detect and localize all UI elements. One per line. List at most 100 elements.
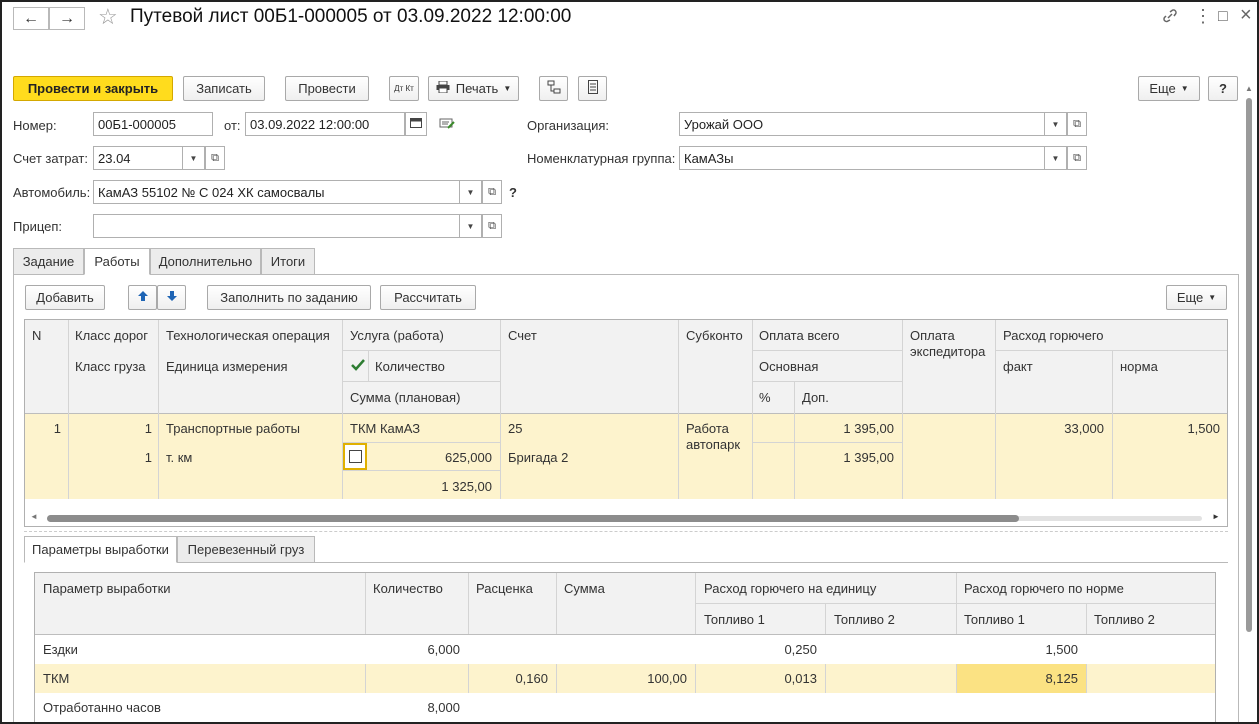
scroll-thumb[interactable] xyxy=(47,515,1019,522)
link-icon[interactable] xyxy=(1162,8,1178,29)
row-sum-plan: 1 325,00 xyxy=(441,479,492,494)
horizontal-scrollbar[interactable]: ◄ ► xyxy=(25,510,1227,526)
help-button[interactable]: ? xyxy=(1208,76,1238,101)
forward-button[interactable]: → xyxy=(49,7,85,30)
print-label: Печать xyxy=(455,81,499,96)
move-down-button[interactable] xyxy=(157,285,186,310)
vertical-scrollbar[interactable]: ▲ xyxy=(1243,84,1255,720)
col-pay-main: Основная xyxy=(759,359,819,374)
tab-additional[interactable]: Дополнительно xyxy=(150,248,261,275)
move-up-button[interactable] xyxy=(128,285,157,310)
open-icon: ⧉ xyxy=(211,151,219,164)
col-pay-pct: % xyxy=(759,390,771,405)
trailer-open-button[interactable]: ⧉ xyxy=(482,214,502,238)
splitter[interactable] xyxy=(24,531,1228,532)
table-row[interactable]: ТКМ 0,160 100,00 0,013 8,125 xyxy=(35,664,1215,693)
row-fuel-norm: 1,500 xyxy=(1187,421,1220,436)
nom-group-open-button[interactable]: ⧉ xyxy=(1067,146,1087,170)
works-more-button[interactable]: Еще ▼ xyxy=(1166,285,1227,310)
calendar-icon xyxy=(410,117,422,131)
param-name: Ездки xyxy=(43,642,78,657)
calculate-button[interactable]: Рассчитать xyxy=(380,285,476,310)
trailer-dropdown[interactable]: ▼ xyxy=(460,214,482,238)
scroll-up-icon[interactable]: ▲ xyxy=(1245,84,1253,93)
post-button[interactable]: Провести xyxy=(285,76,369,101)
dropdown-arrow-icon: ▼ xyxy=(1180,84,1189,93)
nom-group-field[interactable]: КамАЗы xyxy=(679,146,1045,170)
print-button[interactable]: Печать ▼ xyxy=(428,76,519,101)
param-name: Отработанно часов xyxy=(43,700,161,715)
cost-account-dropdown[interactable]: ▼ xyxy=(183,146,205,170)
arrow-down-icon xyxy=(166,290,178,305)
maximize-icon[interactable]: □ xyxy=(1218,8,1228,26)
nom-group-dropdown[interactable]: ▼ xyxy=(1045,146,1067,170)
param-rate: 0,160 xyxy=(515,671,548,686)
row-checkbox[interactable] xyxy=(343,443,367,470)
cost-account-field[interactable]: 23.04 xyxy=(93,146,183,170)
dt-kt-button[interactable]: Дт Кт xyxy=(389,76,419,101)
row-cargo-class: 1 xyxy=(144,450,152,465)
col-account: Счет xyxy=(508,328,537,343)
favorite-star-icon[interactable]: ☆ xyxy=(98,4,118,30)
scroll-thumb[interactable] xyxy=(1246,98,1252,632)
table-row[interactable]: Отработанно часов 8,000 xyxy=(35,693,1215,722)
col-fuel-norm: норма xyxy=(1120,359,1158,374)
tab-totals[interactable]: Итоги xyxy=(261,248,315,275)
organization-field[interactable]: Урожай ООО xyxy=(679,112,1045,136)
add-button[interactable]: Добавить xyxy=(25,285,105,310)
row-fuel-fact: 33,000 xyxy=(1064,421,1104,436)
comment-icon[interactable] xyxy=(439,118,455,134)
more-menu-icon[interactable]: ⋮ xyxy=(1194,6,1212,27)
param-fuel-unit-1: 0,250 xyxy=(784,642,817,657)
col-fuel: Расход горючего xyxy=(1003,328,1104,343)
back-button[interactable]: ← xyxy=(13,7,49,30)
param-qty: 6,000 xyxy=(427,642,460,657)
close-icon[interactable]: × xyxy=(1240,4,1252,27)
chevron-down-icon: ▼ xyxy=(466,187,475,197)
date-from-label: от: xyxy=(224,118,241,133)
open-icon: ⧉ xyxy=(488,219,496,232)
col-param-qty: Количество xyxy=(373,581,443,596)
organization-open-button[interactable]: ⧉ xyxy=(1067,112,1087,136)
number-field[interactable]: 00Б1-000005 xyxy=(93,112,213,136)
table-row[interactable]: Ездки 6,000 0,250 1,500 xyxy=(35,635,1215,664)
cost-account-label: Счет затрат: xyxy=(13,151,88,166)
structure-icon xyxy=(547,80,561,97)
row-pay-total: 1 395,00 xyxy=(843,421,894,436)
trailer-field[interactable] xyxy=(93,214,460,238)
col-param: Параметр выработки xyxy=(43,581,171,596)
organization-dropdown[interactable]: ▼ xyxy=(1045,112,1067,136)
chevron-down-icon: ▼ xyxy=(1051,153,1060,163)
col-fuel-norm-1: Топливо 1 xyxy=(964,612,1025,627)
tab-works[interactable]: Работы xyxy=(84,248,150,275)
car-dropdown[interactable]: ▼ xyxy=(460,180,482,204)
col-n: N xyxy=(32,328,42,343)
post-and-close-button[interactable]: Провести и закрыть xyxy=(13,76,173,101)
more-label: Еще xyxy=(1176,290,1204,305)
scroll-right-icon[interactable]: ► xyxy=(1212,512,1220,521)
tab-output-params[interactable]: Параметры выработки xyxy=(24,536,177,563)
save-button[interactable]: Записать xyxy=(183,76,265,101)
more-button[interactable]: Еще ▼ xyxy=(1138,76,1200,101)
row-tech-op: Транспортные работы xyxy=(166,421,301,436)
dropdown-arrow-icon: ▼ xyxy=(1208,293,1217,302)
list-button[interactable] xyxy=(578,76,607,101)
col-param-sum: Сумма xyxy=(564,581,605,596)
cost-account-open-button[interactable]: ⧉ xyxy=(205,146,225,170)
date-field[interactable]: 03.09.2022 12:00:00 xyxy=(245,112,405,136)
fill-by-task-button[interactable]: Заполнить по заданию xyxy=(207,285,371,310)
car-open-button[interactable]: ⧉ xyxy=(482,180,502,204)
col-sum-plan: Сумма (плановая) xyxy=(350,390,461,405)
calendar-button[interactable] xyxy=(405,112,427,136)
scroll-left-icon[interactable]: ◄ xyxy=(30,512,38,521)
param-sum: 100,00 xyxy=(647,671,687,686)
car-help-icon[interactable]: ? xyxy=(509,185,517,200)
row-qty: 625,000 xyxy=(445,450,492,465)
car-field[interactable]: КамАЗ 55102 № С 024 ХК самосвалы xyxy=(93,180,460,204)
works-table: N Класс дорог Класс груза Технологическа… xyxy=(24,319,1228,527)
col-cargo-class: Класс груза xyxy=(75,359,146,374)
tab-task[interactable]: Задание xyxy=(13,248,84,275)
col-fuel-per-unit: Расход горючего на единицу xyxy=(704,581,877,596)
structure-button[interactable] xyxy=(539,76,568,101)
tab-cargo[interactable]: Перевезенный груз xyxy=(177,536,315,563)
